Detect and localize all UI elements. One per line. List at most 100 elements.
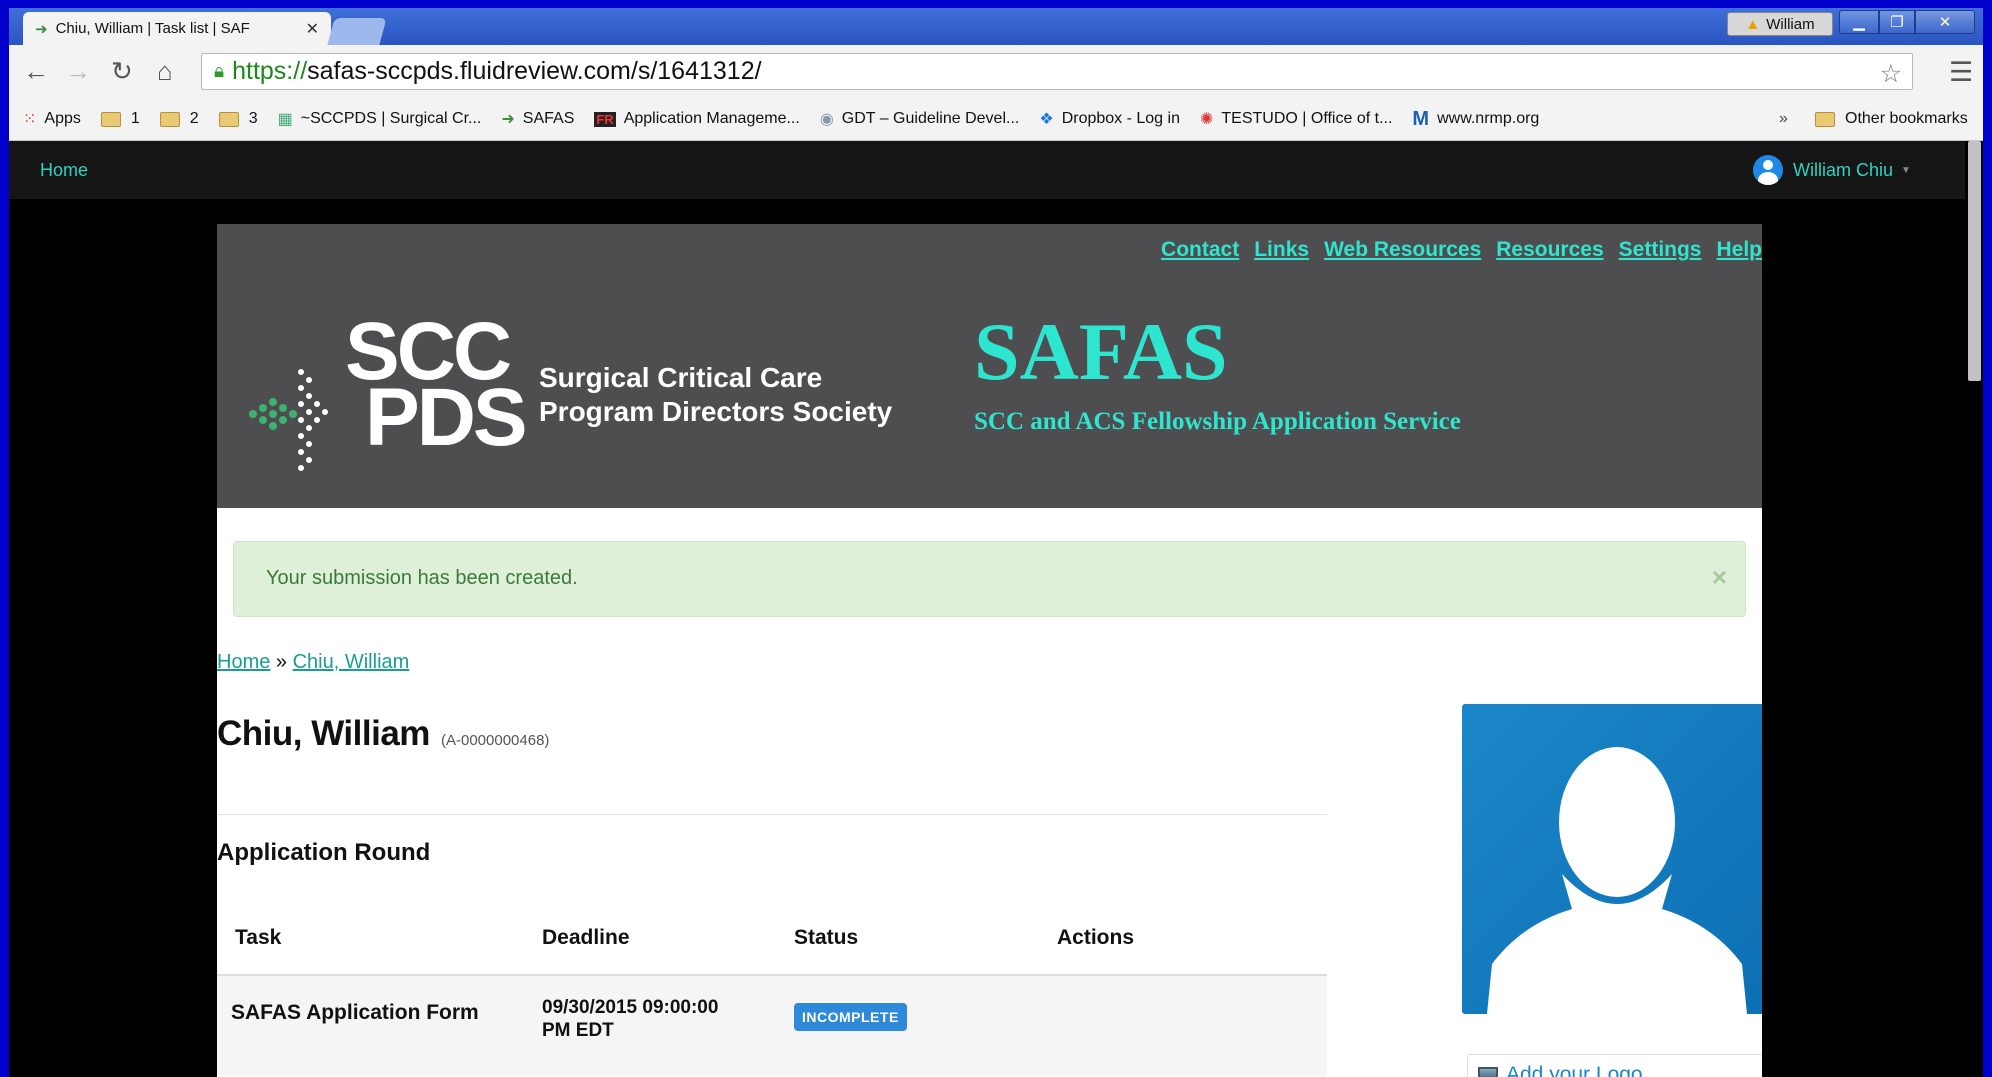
breadcrumb-current[interactable]: Chiu, William — [293, 651, 410, 673]
bookmark-apps[interactable]: ⁙ Apps — [23, 109, 81, 129]
link-help[interactable]: Help — [1716, 238, 1762, 262]
browser-window: ➜ Chiu, William | Task list | SAF ✕ ▲ Wi… — [9, 8, 1983, 1077]
site-icon: ▦ — [277, 111, 293, 128]
back-arrow-icon[interactable]: ← — [23, 58, 49, 84]
lock-icon: 🔒︎ — [214, 60, 225, 82]
new-tab-button[interactable] — [327, 18, 387, 45]
folder-icon — [218, 111, 239, 127]
bookmark-nrmp[interactable]: Mwww.nrmp.org — [1412, 108, 1539, 131]
bookmark-folder-3[interactable]: 3 — [218, 110, 258, 128]
bookmark-label: 1 — [130, 110, 140, 127]
header-task: Task — [235, 926, 282, 949]
bookmark-label: GDT – Guideline Devel... — [841, 110, 1020, 127]
image-icon — [1478, 1067, 1498, 1077]
header-deadline: Deadline — [542, 926, 630, 949]
bookmark-folder-2[interactable]: 2 — [159, 110, 199, 128]
section-title: Application Round — [217, 839, 431, 866]
bookmark-sccpds[interactable]: ▦ ~SCCPDS | Surgical Cr... — [278, 109, 482, 129]
alert-close-button[interactable]: × — [1712, 562, 1727, 593]
bookmark-testudo[interactable]: ✺ TESTUDO | Office of t... — [1200, 109, 1392, 129]
bookmark-label: Apps — [44, 110, 81, 127]
profile-chip[interactable]: ▲ William — [1727, 12, 1833, 36]
folder-icon — [100, 111, 121, 127]
bookmark-star-icon[interactable]: ☆ — [1880, 59, 1902, 89]
add-logo-button[interactable]: Add your Logo — [1467, 1054, 1762, 1077]
window-close-button[interactable]: ✕ — [1915, 10, 1975, 34]
fr-logo-icon: FR — [594, 111, 616, 127]
user-menu[interactable]: William Chiu ▼ — [1753, 155, 1911, 185]
maryland-icon: ✺ — [1199, 111, 1214, 128]
bookmark-label: www.nrmp.org — [1437, 110, 1540, 127]
minimize-button[interactable]: ▁ — [1839, 10, 1879, 34]
link-links[interactable]: Links — [1254, 238, 1309, 262]
reload-icon[interactable]: ↻ — [111, 58, 133, 84]
header-actions: Actions — [1057, 926, 1135, 949]
bookmark-application-management[interactable]: FR Application Manageme... — [594, 110, 800, 128]
link-contact[interactable]: Contact — [1161, 238, 1239, 262]
arrow-logo-icon: ➜ — [501, 111, 515, 128]
bookmark-label: Application Manageme... — [623, 110, 800, 127]
breadcrumb: Home » Chiu, William — [217, 651, 409, 674]
top-links: Contact Links Web Resources Resources Se… — [1146, 238, 1762, 262]
browser-toolbar: ← → ↻ ⌂ 🔒︎ https:// safas-sccpds.fluidre… — [9, 45, 1983, 98]
logo-dots-icon — [249, 369, 328, 471]
browser-tab[interactable]: ➜ Chiu, William | Task list | SAF ✕ — [23, 12, 331, 45]
arrow-logo-icon: ➜ — [35, 20, 48, 38]
breadcrumb-home[interactable]: Home — [217, 651, 270, 673]
restore-button[interactable]: ❐ — [1879, 10, 1915, 34]
caret-down-icon: ▼ — [1901, 164, 1911, 176]
warning-icon: ▲ — [1745, 15, 1761, 33]
site-subtitle: SCC and ACS Fellowship Application Servi… — [974, 408, 1461, 435]
profile-placeholder-image[interactable] — [1462, 704, 1762, 1014]
url-scheme: https:// — [232, 57, 308, 85]
address-bar[interactable]: 🔒︎ https:// safas-sccpds.fluidreview.com… — [201, 53, 1913, 90]
bookmark-label: 2 — [189, 110, 199, 127]
sccpds-logo: SCC PDS Surgical Critical Care Program D… — [245, 311, 892, 486]
bookmark-folder-1[interactable]: 1 — [100, 110, 140, 128]
menu-hamburger-icon[interactable]: ☰ — [1949, 57, 1973, 88]
page-viewport: Home William Chiu ▼ Contact Links Web Re… — [9, 141, 1983, 1077]
bookmark-safas[interactable]: ➜ SAFAS — [501, 109, 574, 129]
nav-home-link[interactable]: Home — [40, 160, 88, 181]
scrollbar-thumb[interactable] — [1968, 141, 1981, 381]
logo-pds-text: PDS — [365, 372, 528, 463]
dropbox-icon: ❖ — [1039, 111, 1054, 128]
bookmark-label: SAFAS — [522, 110, 575, 127]
divider — [217, 814, 1327, 815]
task-deadline: 09/30/2015 09:00:00 PM EDT — [542, 997, 719, 1041]
bookmarks-overflow-button[interactable]: » — [1779, 110, 1788, 128]
link-resources[interactable]: Resources — [1496, 238, 1603, 262]
link-web-resources[interactable]: Web Resources — [1324, 238, 1481, 262]
scrollbar[interactable] — [1965, 141, 1983, 1077]
logo-tagline-1: Surgical Critical Care — [539, 362, 823, 393]
home-icon[interactable]: ⌂ — [157, 58, 173, 84]
close-icon[interactable]: ✕ — [306, 19, 319, 39]
breadcrumb-separator: » — [275, 651, 288, 673]
table-row: SAFAS Application Form 09/30/2015 09:00:… — [217, 976, 1327, 1076]
site-navbar: Home William Chiu ▼ — [9, 141, 1965, 199]
add-logo-label: Add your Logo — [1506, 1063, 1643, 1077]
person-silhouette-icon — [1487, 747, 1747, 1014]
page-title: Chiu, William — [217, 714, 430, 753]
forward-arrow-icon[interactable]: → — [65, 58, 91, 84]
user-name: William Chiu — [1793, 159, 1894, 180]
user-avatar-icon — [1753, 155, 1783, 185]
bookmark-gdt[interactable]: ◉ GDT – Guideline Devel... — [820, 109, 1020, 129]
table-header: Task Deadline Status Actions — [217, 904, 1327, 976]
m-logo-icon: M — [1412, 107, 1430, 130]
main-content: Contact Links Web Resources Resources Se… — [217, 224, 1762, 1077]
header-status: Status — [794, 926, 859, 949]
bookmark-label: ~SCCPDS | Surgical Cr... — [300, 110, 482, 127]
other-bookmarks[interactable]: Other bookmarks — [1815, 98, 1968, 140]
task-name[interactable]: SAFAS Application Form — [231, 1001, 479, 1025]
task-table: Task Deadline Status Actions SAFAS Appli… — [217, 904, 1327, 1076]
site-banner: Contact Links Web Resources Resources Se… — [217, 224, 1762, 508]
link-settings[interactable]: Settings — [1619, 238, 1702, 262]
bookmark-dropbox[interactable]: ❖ Dropbox - Log in — [1039, 109, 1180, 129]
title-bar: ➜ Chiu, William | Task list | SAF ✕ ▲ Wi… — [9, 8, 1983, 45]
bookmark-label: TESTUDO | Office of t... — [1221, 110, 1393, 127]
tab-title: Chiu, William | Task list | SAF — [55, 20, 250, 37]
site-title: SAFAS — [974, 306, 1228, 397]
profile-name: William — [1766, 15, 1815, 33]
other-bookmarks-label: Other bookmarks — [1845, 110, 1968, 127]
